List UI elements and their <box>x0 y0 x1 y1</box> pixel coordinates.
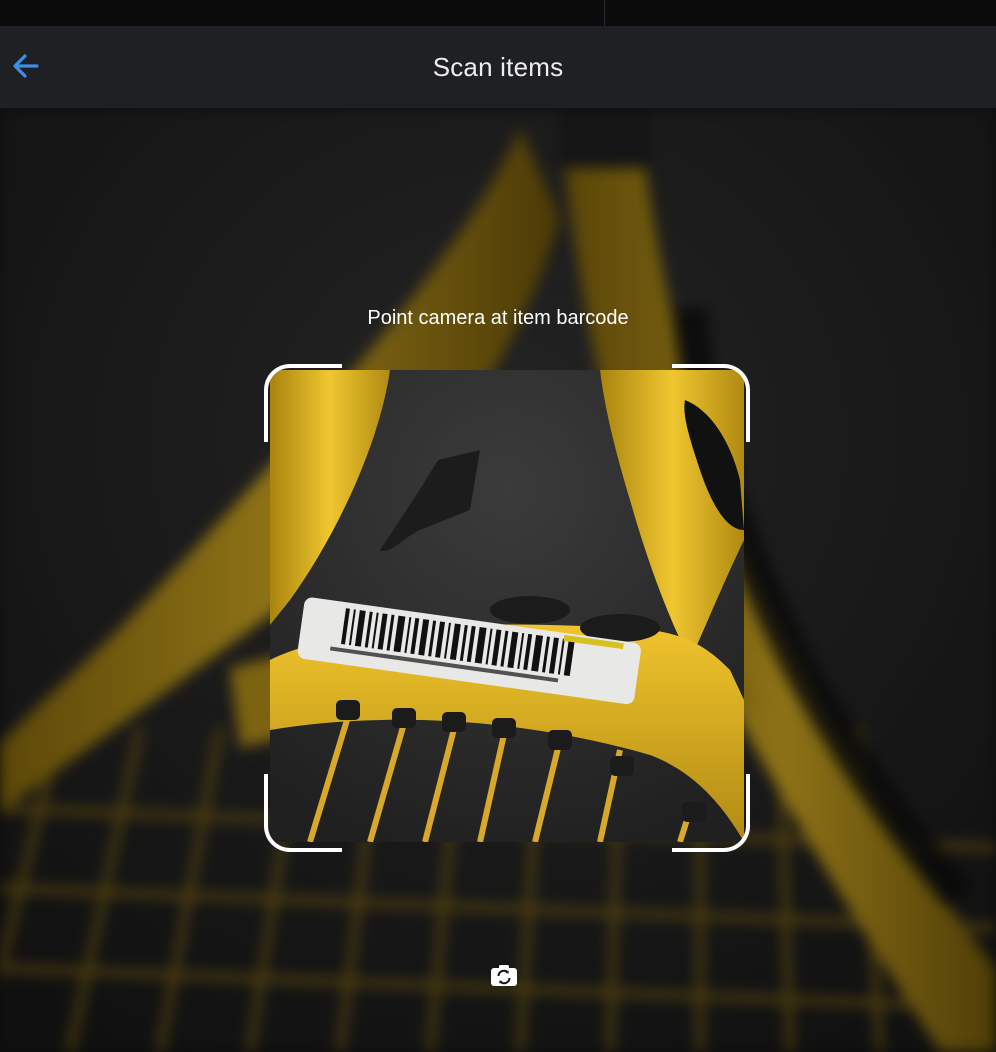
scan-frame-corner-top-right <box>672 364 750 442</box>
scan-frame-corner-bottom-right <box>672 774 750 852</box>
switch-camera-button[interactable] <box>484 958 524 994</box>
app-header: Scan items <box>0 26 996 108</box>
status-divider <box>604 0 605 26</box>
scan-frame-corner-top-left <box>264 364 342 442</box>
scan-instruction: Point camera at item barcode <box>367 307 629 329</box>
status-bar <box>0 0 996 26</box>
page-title: Scan items <box>432 51 564 82</box>
back-button[interactable] <box>6 46 46 86</box>
camera-preview: Point camera at item barcode <box>0 108 996 1052</box>
camera-switch-icon <box>491 965 517 986</box>
scan-frame-corner-bottom-left <box>264 774 342 852</box>
arrow-left-icon <box>13 54 39 78</box>
